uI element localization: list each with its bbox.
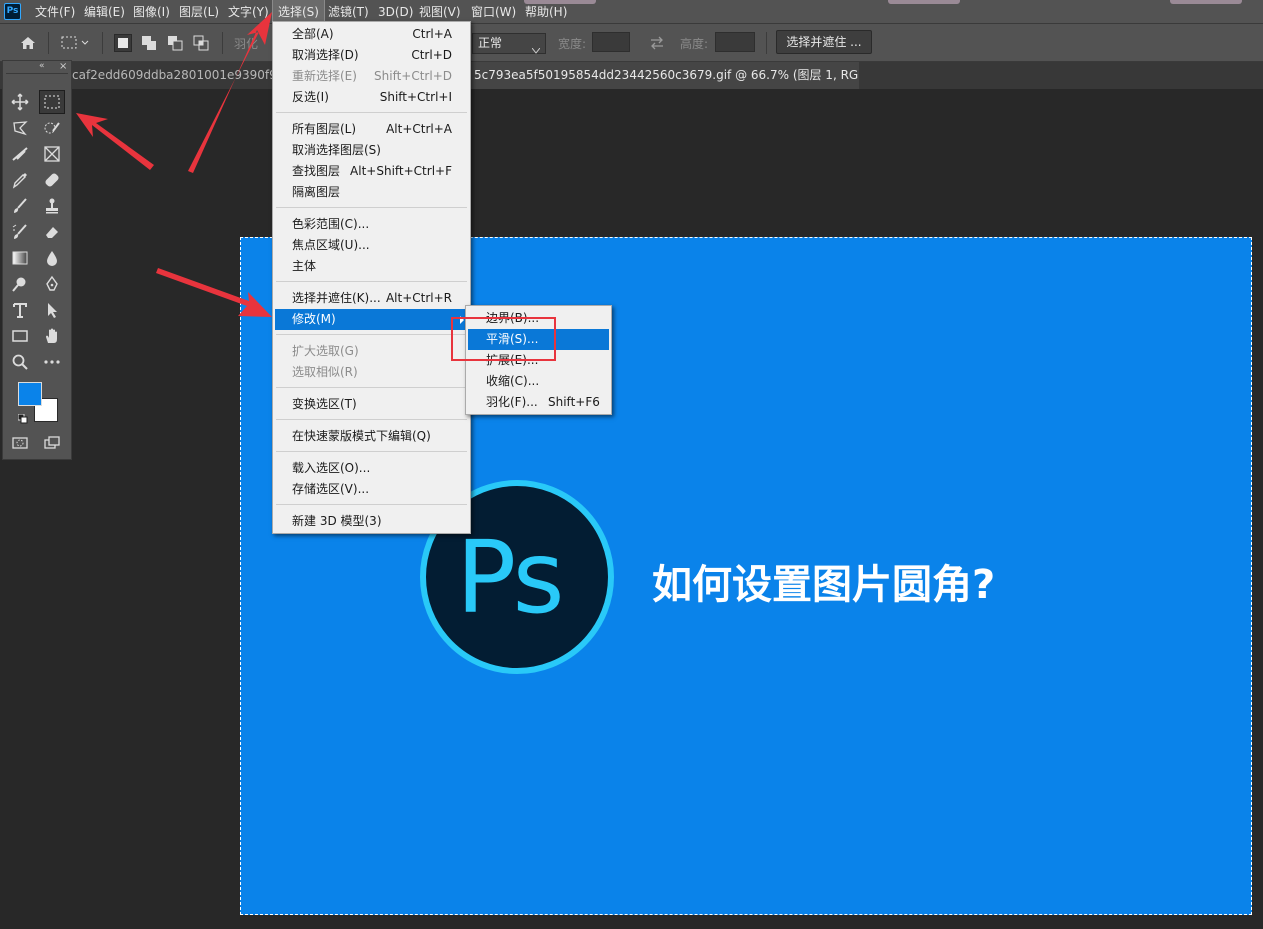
menu-item-inverse[interactable]: 反选(I) Shift+Ctrl+I — [275, 87, 468, 108]
screen-mode-icon[interactable] — [41, 432, 63, 454]
eraser-tool-icon[interactable] — [41, 221, 63, 243]
menu-item-select-all[interactable]: 全部(A) Ctrl+A — [275, 24, 468, 45]
eyedropper-tool-icon[interactable] — [9, 169, 31, 191]
photoshop-logo-icon: Ps — [4, 3, 21, 20]
menu-item-new-3d-model[interactable]: 新建 3D 模型(3) — [275, 511, 468, 532]
thumbnail-strip — [524, 0, 596, 4]
annotation-highlight-box — [451, 317, 556, 361]
style-mode-select[interactable]: 正常 — [472, 33, 546, 54]
menu-edit[interactable]: 编辑(E) — [79, 0, 130, 24]
style-mode-value: 正常 — [478, 36, 503, 50]
tools-panel: « × — [2, 60, 72, 460]
document-tab-2[interactable]: 5c793ea5f50195854dd23442560c3679.gif @ 6… — [470, 62, 859, 89]
move-tool-icon[interactable] — [9, 91, 31, 113]
menu-item-similar[interactable]: 选取相似(R) — [275, 362, 468, 383]
menu-item-isolate-layers[interactable]: 隔离图层 — [275, 182, 468, 203]
quick-selection-tool-icon[interactable] — [41, 117, 63, 139]
width-label: 宽度: — [558, 37, 587, 51]
width-input[interactable] — [592, 32, 630, 52]
canvas-headline: 如何设置图片圆角? — [652, 562, 996, 608]
menu-window[interactable]: 窗口(W) — [466, 0, 521, 24]
new-selection-icon[interactable] — [114, 34, 132, 52]
menu-item-select-and-mask[interactable]: 选择并遮住(K)... Alt+Ctrl+R — [275, 288, 468, 309]
dodge-tool-icon[interactable] — [9, 273, 31, 295]
hand-tool-icon[interactable] — [41, 325, 63, 347]
lasso-tool-icon[interactable] — [9, 117, 31, 139]
menu-item-color-range[interactable]: 色彩范围(C)... — [275, 214, 468, 235]
menu-item-modify[interactable]: 修改(M) — [275, 309, 468, 330]
menu-item-transform-selection[interactable]: 变换选区(T) — [275, 394, 468, 415]
blur-tool-icon[interactable] — [41, 247, 63, 269]
thumbnail-strip — [888, 0, 960, 4]
menu-bar: Ps 文件(F) 编辑(E) 图像(I) 图层(L) 文字(Y) 选择(S) 滤… — [0, 0, 1263, 25]
height-input[interactable] — [715, 32, 755, 52]
healing-brush-tool-icon[interactable] — [41, 169, 63, 191]
menu-item-grow[interactable]: 扩大选取(G) — [275, 341, 468, 362]
menu-item-save-selection[interactable]: 存储选区(V)... — [275, 479, 468, 500]
clone-stamp-tool-icon[interactable] — [41, 195, 63, 217]
document-tab-bar: caf2edd609ddba2801001e9390f9309... 5c793… — [0, 62, 1263, 89]
quick-mask-icon[interactable] — [9, 432, 31, 454]
select-and-mask-button[interactable]: 选择并遮住 ... — [776, 30, 872, 54]
frame-tool-icon[interactable] — [41, 143, 63, 165]
menu-type[interactable]: 文字(Y) — [223, 0, 274, 24]
thumbnail-strip — [1170, 0, 1242, 4]
ps-logo-text: Ps — [456, 519, 565, 636]
menu-item-deselect-layers[interactable]: 取消选择图层(S) — [275, 140, 468, 161]
menu-item-focus-area[interactable]: 焦点区域(U)... — [275, 235, 468, 256]
document-tab-title: 5c793ea5f50195854dd23442560c3679.gif @ 6… — [474, 68, 859, 82]
select-menu-dropdown: 全部(A) Ctrl+A 取消选择(D) Ctrl+D 重新选择(E) Shift+C… — [272, 21, 471, 534]
menu-item-quick-mask[interactable]: 在快速蒙版模式下编辑(Q) — [275, 426, 468, 447]
feather-label: 羽化 — [234, 37, 259, 51]
default-colors-icon[interactable] — [17, 413, 28, 424]
rectangular-marquee-tool-icon[interactable] — [39, 90, 65, 114]
subtract-selection-icon[interactable] — [166, 34, 184, 52]
collapse-panel-icon[interactable]: « — [39, 61, 45, 71]
menu-item-load-selection[interactable]: 载入选区(O)... — [275, 458, 468, 479]
submenu-item-feather[interactable]: 羽化(F)... Shift+F6 — [468, 392, 609, 413]
add-selection-icon[interactable] — [140, 34, 158, 52]
more-tools-icon[interactable] — [41, 351, 63, 373]
menu-item-all-layers[interactable]: 所有图层(L) Alt+Ctrl+A — [275, 119, 468, 140]
submenu-item-contract[interactable]: 收缩(C)... — [468, 371, 609, 392]
menu-item-find-layers[interactable]: 查找图层 Alt+Shift+Ctrl+F — [275, 161, 468, 182]
pen-tool-icon[interactable] — [41, 273, 63, 295]
rectangle-tool-icon[interactable] — [9, 325, 31, 347]
annotation-arrow — [76, 113, 154, 170]
chevron-down-icon — [531, 41, 541, 60]
document-tab-1[interactable]: caf2edd609ddba2801001e9390f9309... — [72, 62, 272, 89]
menu-item-subject[interactable]: 主体 — [275, 256, 468, 277]
history-brush-tool-icon[interactable] — [9, 221, 31, 243]
menu-item-reselect[interactable]: 重新选择(E) Shift+Ctrl+D — [275, 66, 468, 87]
gradient-tool-icon[interactable] — [9, 247, 31, 269]
intersect-selection-icon[interactable] — [192, 34, 210, 52]
height-label: 高度: — [680, 37, 709, 51]
home-icon[interactable] — [19, 34, 37, 52]
options-bar: 羽化 宽度: 高度: — [0, 24, 1263, 62]
menu-layer[interactable]: 图层(L) — [174, 0, 224, 24]
zoom-tool-icon[interactable] — [9, 351, 31, 373]
crop-tool-icon[interactable] — [9, 143, 31, 165]
foreground-color-swatch[interactable] — [18, 382, 42, 406]
close-panel-icon[interactable]: × — [59, 61, 67, 72]
type-tool-icon[interactable] — [9, 299, 31, 321]
menu-item-deselect[interactable]: 取消选择(D) Ctrl+D — [275, 45, 468, 66]
menu-file[interactable]: 文件(F) — [30, 0, 80, 24]
path-selection-tool-icon[interactable] — [41, 299, 63, 321]
menu-image[interactable]: 图像(I) — [128, 0, 175, 24]
marquee-preset-icon[interactable] — [60, 34, 89, 52]
brush-tool-icon[interactable] — [9, 195, 31, 217]
swap-dimensions-icon[interactable] — [648, 34, 666, 52]
